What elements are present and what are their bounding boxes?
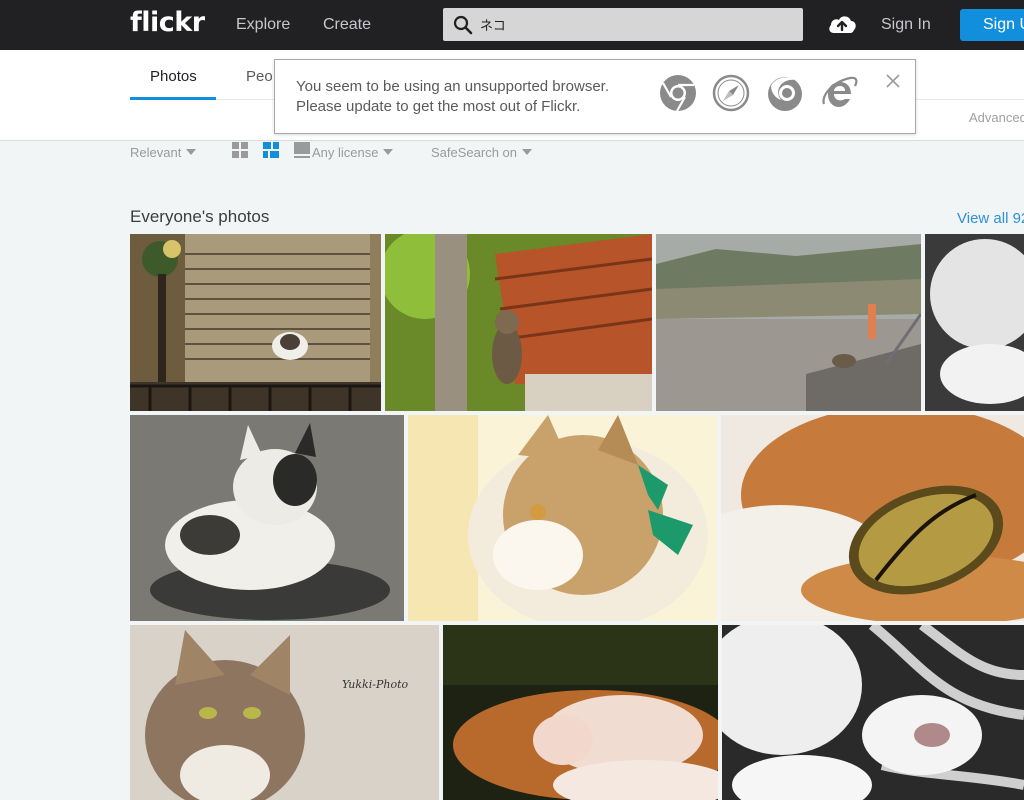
- license-dropdown[interactable]: Any license: [312, 145, 394, 160]
- single-view-icon[interactable]: [293, 141, 311, 159]
- nav-create[interactable]: Create: [323, 16, 371, 34]
- sort-label: Relevant: [130, 145, 182, 160]
- sort-dropdown[interactable]: Relevant: [130, 145, 197, 160]
- safesearch-label: SafeSearch on: [431, 145, 518, 160]
- warning-line-1: You seem to be using an unsupported brow…: [296, 78, 609, 95]
- safari-icon[interactable]: [712, 74, 750, 112]
- view-all-link[interactable]: View all 92: [957, 210, 1024, 227]
- photo-tile[interactable]: [443, 625, 718, 800]
- photo-tile[interactable]: [722, 625, 1024, 800]
- sign-in-link[interactable]: Sign In: [881, 16, 931, 34]
- search-value: ネコ: [480, 19, 506, 34]
- photo-tile[interactable]: Yukki-Photo: [130, 625, 439, 800]
- tab-people[interactable]: Peo: [246, 68, 273, 85]
- advanced-search-link[interactable]: Advanced: [969, 110, 1024, 125]
- photo-tile[interactable]: [130, 234, 381, 411]
- photo-watermark: Yukki-Photo: [342, 678, 408, 691]
- justified-view-icon[interactable]: [262, 141, 280, 159]
- nav-explore[interactable]: Explore: [236, 16, 290, 34]
- unsupported-browser-banner: You seem to be using an unsupported brow…: [274, 59, 916, 134]
- upload-cloud-icon[interactable]: [827, 12, 857, 36]
- top-bar: flickr Explore Create ネコ Sign In Sign Up: [0, 0, 1024, 50]
- search-icon: [453, 15, 473, 35]
- sign-up-button[interactable]: Sign Up: [960, 9, 1024, 41]
- tab-photos[interactable]: Photos: [150, 68, 197, 85]
- photo-tile[interactable]: [385, 234, 652, 411]
- warning-line-2: Please update to get the most out of Fli…: [296, 98, 581, 115]
- photo-tile[interactable]: [721, 415, 1024, 621]
- photo-tile[interactable]: [656, 234, 921, 411]
- chevron-down-icon: [186, 149, 197, 155]
- chevron-down-icon: [383, 149, 394, 155]
- section-title: Everyone's photos: [130, 207, 270, 226]
- firefox-icon[interactable]: [766, 74, 804, 112]
- close-icon[interactable]: [885, 73, 901, 89]
- photo-tile[interactable]: [925, 234, 1024, 411]
- grid-view-icon[interactable]: [231, 141, 249, 159]
- chrome-icon[interactable]: [659, 74, 697, 112]
- chevron-down-icon: [522, 149, 533, 155]
- photo-tile[interactable]: [408, 415, 717, 621]
- safesearch-dropdown[interactable]: SafeSearch on: [431, 145, 533, 160]
- photo-tile[interactable]: [130, 415, 404, 621]
- active-tab-indicator: [130, 97, 216, 100]
- internet-explorer-icon[interactable]: [820, 74, 858, 112]
- flickr-logo[interactable]: flickr: [130, 7, 205, 38]
- search-input[interactable]: ネコ: [443, 8, 803, 41]
- license-label: Any license: [312, 145, 379, 160]
